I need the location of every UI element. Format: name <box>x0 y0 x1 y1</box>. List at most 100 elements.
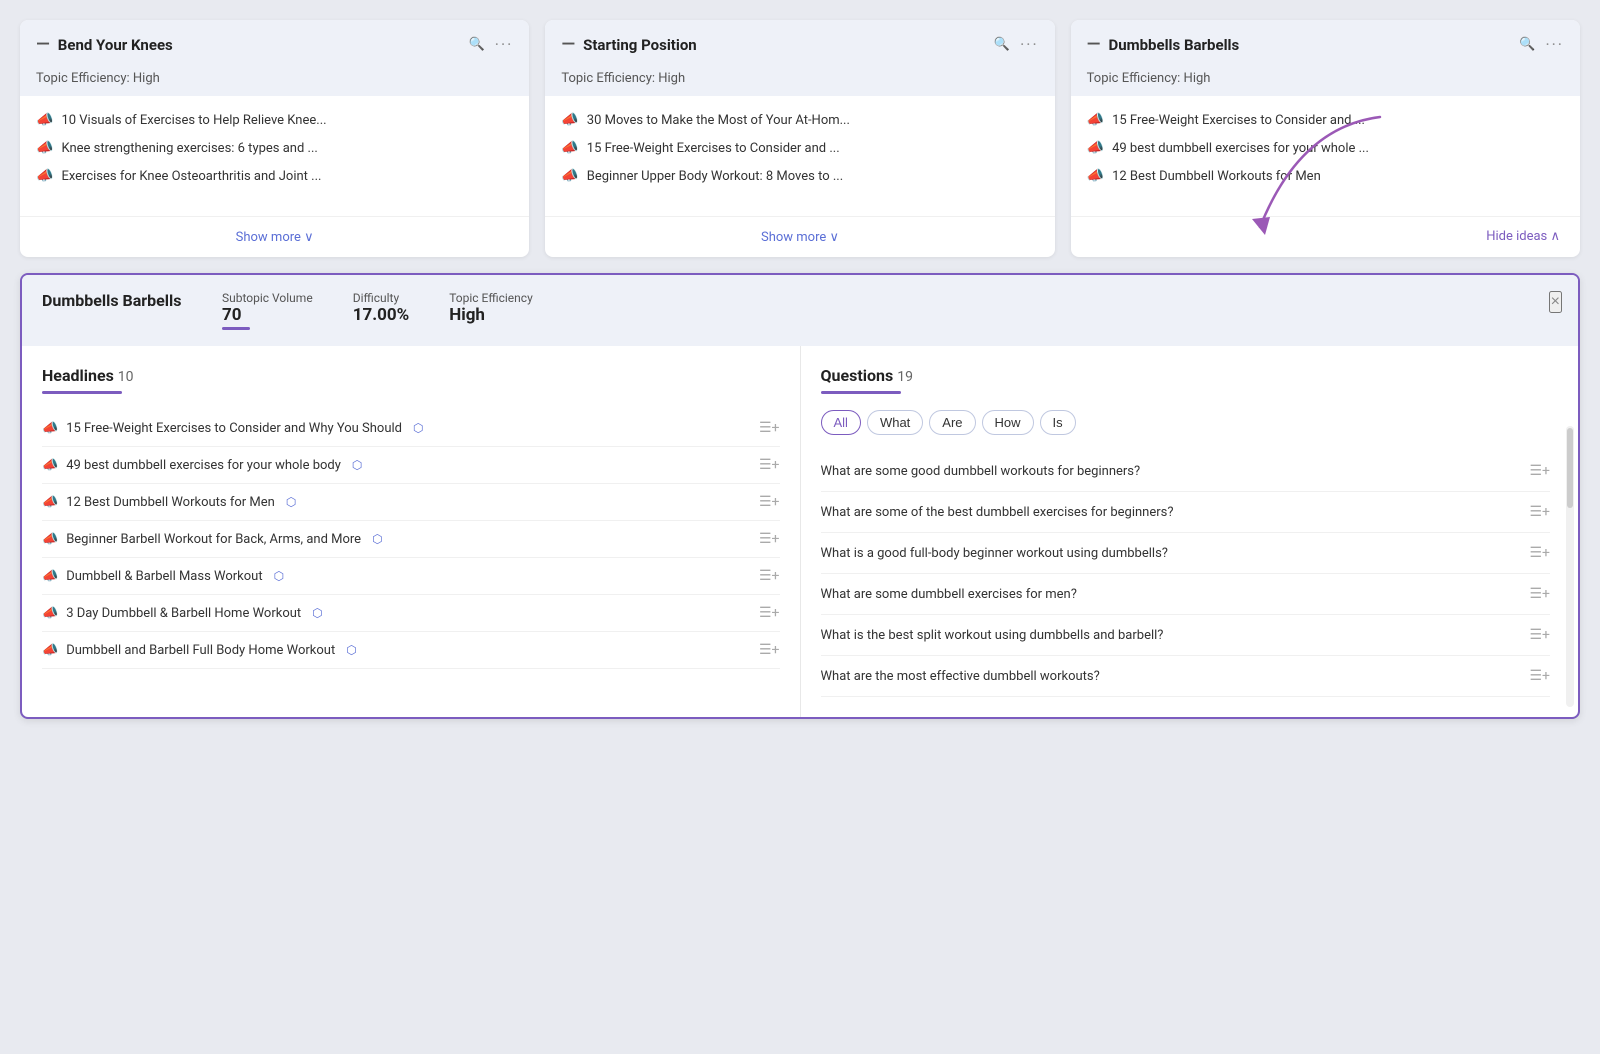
list-add-icon[interactable]: ☰+ <box>1530 668 1551 684</box>
list-item: 📣 Exercises for Knee Osteoarthritis and … <box>36 168 513 184</box>
external-link-icon[interactable]: ⬡ <box>372 532 382 546</box>
card-header-right: 🔍 ··· <box>1519 35 1564 54</box>
questions-section: Questions 19 All What Are How Is What ar… <box>801 346 1579 717</box>
headline-text: 12 Best Dumbbell Workouts for Men <box>66 495 275 510</box>
card-header-bend-your-knees: — Bend Your Knees 🔍 ··· <box>20 20 529 65</box>
scrollbar-track[interactable] <box>1566 426 1574 707</box>
list-add-icon[interactable]: ☰+ <box>759 420 780 436</box>
difficulty-value: 17.00% <box>353 305 410 325</box>
more-icon[interactable]: ··· <box>1020 35 1039 54</box>
headline-text: 30 Moves to Make the Most of Your At-Hom… <box>587 113 850 128</box>
panel-header: Dumbbells Barbells Subtopic Volume 70 Di… <box>22 275 1578 346</box>
question-item: What are some of the best dumbbell exerc… <box>821 492 1551 533</box>
headline-text: 15 Free-Weight Exercises to Consider and… <box>587 141 840 156</box>
card-title-dumbbells-barbells: Dumbbells Barbells <box>1108 36 1239 54</box>
external-link-icon[interactable]: ⬡ <box>312 606 322 620</box>
card-dash: — <box>561 34 575 55</box>
headline-item-left: 📣 12 Best Dumbbell Workouts for Men ⬡ <box>42 495 759 510</box>
card-footer-starting-position: Show more ∨ <box>545 216 1054 257</box>
panel-body: Headlines 10 📣 15 Free-Weight Exercises … <box>22 346 1578 717</box>
card-starting-position: — Starting Position 🔍 ··· Topic Efficien… <box>545 20 1054 257</box>
list-add-icon[interactable]: ☰+ <box>1530 504 1551 520</box>
list-add-icon[interactable]: ☰+ <box>759 568 780 584</box>
panel-close-button[interactable]: × <box>1549 291 1562 313</box>
card-title-starting-position: Starting Position <box>583 36 697 54</box>
card-header-dumbbells-barbells: — Dumbbells Barbells 🔍 ··· <box>1071 20 1580 65</box>
headline-item-left: 📣 Dumbbell & Barbell Mass Workout ⬡ <box>42 569 759 584</box>
list-add-icon[interactable]: ☰+ <box>1530 627 1551 643</box>
topic-efficiency-label: Topic Efficiency <box>449 291 533 305</box>
megaphone-icon: 📣 <box>36 168 53 184</box>
headline-item: 📣 15 Free-Weight Exercises to Consider a… <box>42 410 780 447</box>
filter-tab-are[interactable]: Are <box>929 410 975 435</box>
list-add-icon[interactable]: ☰+ <box>1530 545 1551 561</box>
megaphone-icon: 📣 <box>561 112 578 128</box>
external-link-icon[interactable]: ⬡ <box>286 495 296 509</box>
external-link-icon[interactable]: ⬡ <box>352 458 362 472</box>
list-item: 📣 15 Free-Weight Exercises to Consider a… <box>1087 112 1564 128</box>
scrollbar-thumb[interactable] <box>1567 428 1573 508</box>
more-icon[interactable]: ··· <box>1545 35 1564 54</box>
top-cards-section: — Bend Your Knees 🔍 ··· Topic Efficiency… <box>20 20 1580 257</box>
external-link-icon[interactable]: ⬡ <box>274 569 284 583</box>
card-items-starting-position: 📣 30 Moves to Make the Most of Your At-H… <box>545 96 1054 216</box>
topic-efficiency-stat: Topic Efficiency High <box>449 291 533 325</box>
headlines-title: Headlines 10 <box>42 366 780 385</box>
question-item: What are some dumbbell exercises for men… <box>821 574 1551 615</box>
external-link-icon[interactable]: ⬡ <box>346 643 356 657</box>
list-item: 📣 Beginner Upper Body Workout: 8 Moves t… <box>561 168 1038 184</box>
filter-tab-all[interactable]: All <box>821 410 861 435</box>
megaphone-icon: 📣 <box>42 643 58 658</box>
hide-ideas-link[interactable]: Hide ideas ∧ <box>1486 229 1560 244</box>
card-items-bend-your-knees: 📣 10 Visuals of Exercises to Help Reliev… <box>20 96 529 216</box>
question-item: What are some good dumbbell workouts for… <box>821 451 1551 492</box>
list-add-icon[interactable]: ☰+ <box>1530 463 1551 479</box>
show-more-link[interactable]: Show more ∨ <box>236 230 314 245</box>
search-icon[interactable]: 🔍 <box>469 37 485 52</box>
headline-item-left: 📣 3 Day Dumbbell & Barbell Home Workout … <box>42 606 759 621</box>
list-item: 📣 49 best dumbbell exercises for your wh… <box>1087 140 1564 156</box>
question-text: What are the most effective dumbbell wor… <box>821 669 1530 684</box>
search-icon[interactable]: 🔍 <box>1519 37 1535 52</box>
difficulty-label: Difficulty <box>353 291 399 305</box>
show-more-link[interactable]: Show more ∨ <box>761 230 839 245</box>
headline-item: 📣 Dumbbell & Barbell Mass Workout ⬡ ☰+ <box>42 558 780 595</box>
headline-item: 📣 Beginner Barbell Workout for Back, Arm… <box>42 521 780 558</box>
list-add-icon[interactable]: ☰+ <box>759 494 780 510</box>
more-icon[interactable]: ··· <box>495 35 514 54</box>
headline-text: Exercises for Knee Osteoarthritis and Jo… <box>61 169 321 184</box>
megaphone-icon: 📣 <box>42 532 58 547</box>
megaphone-icon: 📣 <box>36 140 53 156</box>
headline-text: Dumbbell and Barbell Full Body Home Work… <box>66 643 335 658</box>
headline-text: 12 Best Dumbbell Workouts for Men <box>1112 169 1321 184</box>
list-add-icon[interactable]: ☰+ <box>759 531 780 547</box>
filter-tabs: All What Are How Is <box>821 410 1559 435</box>
filter-tab-what[interactable]: What <box>867 410 923 435</box>
megaphone-icon: 📣 <box>42 569 58 584</box>
card-footer-dumbbells-barbells: Hide ideas ∧ <box>1071 216 1580 256</box>
headline-item-left: 📣 Beginner Barbell Workout for Back, Arm… <box>42 532 759 547</box>
question-item: What are the most effective dumbbell wor… <box>821 656 1551 697</box>
card-title-bend-your-knees: Bend Your Knees <box>58 36 173 54</box>
list-add-icon[interactable]: ☰+ <box>759 457 780 473</box>
megaphone-icon: 📣 <box>42 421 58 436</box>
question-text: What are some good dumbbell workouts for… <box>821 464 1530 479</box>
filter-tab-is[interactable]: Is <box>1040 410 1076 435</box>
headline-text: 3 Day Dumbbell & Barbell Home Workout <box>66 606 301 621</box>
headline-text: 49 best dumbbell exercises for your whol… <box>1112 141 1369 156</box>
card-header-left: — Starting Position <box>561 34 696 55</box>
list-add-icon[interactable]: ☰+ <box>759 605 780 621</box>
list-item: 📣 30 Moves to Make the Most of Your At-H… <box>561 112 1038 128</box>
card-dash: — <box>1087 34 1101 55</box>
card-footer-bend-your-knees: Show more ∨ <box>20 216 529 257</box>
questions-list[interactable]: What are some good dumbbell workouts for… <box>821 451 1559 697</box>
filter-tab-how[interactable]: How <box>982 410 1034 435</box>
search-icon[interactable]: 🔍 <box>994 37 1010 52</box>
list-add-icon[interactable]: ☰+ <box>1530 586 1551 602</box>
headline-text: Dumbbell & Barbell Mass Workout <box>66 569 262 584</box>
megaphone-icon: 📣 <box>1087 168 1104 184</box>
headlines-count: 10 <box>118 369 134 385</box>
external-link-icon[interactable]: ⬡ <box>413 421 423 435</box>
headline-text: 15 Free-Weight Exercises to Consider and… <box>66 421 402 436</box>
list-add-icon[interactable]: ☰+ <box>759 642 780 658</box>
